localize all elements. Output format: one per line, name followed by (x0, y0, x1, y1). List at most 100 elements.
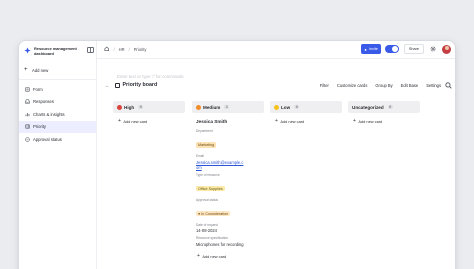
inbox-icon (24, 99, 30, 105)
field-label-resource-type: Type of resource (196, 172, 220, 177)
add-card-label: Add new card (358, 119, 383, 124)
customize-cards-button[interactable]: Customize cards (337, 83, 368, 88)
column-count: 1 (224, 105, 230, 109)
board-column-high: High 0 + Add new card (113, 101, 185, 124)
arrow-left-icon[interactable]: ← (105, 83, 110, 88)
share-label: Share (408, 47, 419, 51)
brand: Resource management dashboard (19, 41, 96, 61)
board-header: ← Priority board (105, 82, 157, 88)
sidebar-item-responses[interactable]: Responses (19, 96, 96, 109)
plus-icon: + (24, 67, 28, 73)
add-card-button[interactable]: + Add new card (348, 118, 420, 125)
status-dot-icon: ● (198, 211, 201, 216)
card-title: Jessica Smith (196, 119, 228, 124)
top-actions: ● Invite Share (361, 44, 451, 54)
board-card[interactable]: Jessica Smith Department Marketing Email… (192, 119, 264, 247)
plus-icon: + (197, 252, 200, 259)
breadcrumb: / HR / Priority (97, 46, 146, 53)
column-header[interactable]: Medium 1 (192, 101, 264, 113)
sidebar-item-form[interactable]: Form (19, 83, 96, 96)
sidebar-item-priority[interactable]: Priority (19, 120, 96, 133)
breadcrumb-separator: / (128, 47, 130, 52)
column-count: 0 (294, 105, 300, 109)
board-toolbar: Filter Customize cards Group By Edit Bas… (312, 83, 441, 88)
board-column-medium: Medium 1 Jessica Smith Department Market… (192, 101, 264, 259)
field-label-date: Date of request (196, 222, 218, 227)
add-new-button[interactable]: + Add new (19, 65, 96, 75)
column-header[interactable]: Uncategorized 0 (348, 101, 420, 113)
breadcrumb-separator: / (113, 47, 115, 52)
toggle-switch[interactable] (384, 45, 399, 53)
sidebar-item-label: Priority (33, 124, 47, 130)
add-new-label: Add new (32, 67, 49, 73)
invite-button[interactable]: ● Invite (361, 44, 381, 54)
page-title: Priority board (122, 82, 158, 88)
board-column-uncategorized: Uncategorized 0 + Add new card (348, 101, 420, 124)
user-plus-icon: ● (364, 46, 367, 52)
add-card-label: Add new card (202, 253, 227, 259)
settings-button[interactable]: Settings (426, 83, 441, 88)
add-card-label: Add new card (123, 119, 148, 124)
field-label-email: Email (196, 154, 204, 158)
field-label-approval: Approval status (196, 197, 218, 202)
app-window: Resource management dashboard + Add new … (18, 40, 456, 269)
column-header[interactable]: High 0 (113, 101, 185, 113)
add-card-button[interactable]: + Add new card (192, 252, 264, 259)
department-tag: Marketing (196, 142, 217, 148)
spec-value: Microphones for recording (196, 241, 244, 247)
sidebar: Resource management dashboard + Add new … (19, 41, 97, 269)
plus-icon: + (275, 118, 278, 124)
app-title: Resource management dashboard (34, 46, 77, 56)
column-label: High (124, 104, 135, 110)
top-bar: / HR / Priority ● Invite Share (97, 41, 455, 59)
resource-type-tag: Office Supplies (196, 185, 225, 192)
command-input-placeholder[interactable]: Enter text or type '/' for commands (117, 74, 184, 79)
breadcrumb-item-hr[interactable]: HR (119, 47, 125, 52)
search-icon[interactable] (445, 82, 452, 89)
sidebar-divider (19, 79, 96, 80)
filter-button[interactable]: Filter (320, 83, 329, 88)
field-label-department: Department (196, 129, 213, 133)
plus-icon: + (353, 118, 356, 124)
form-icon (24, 86, 30, 92)
home-icon[interactable] (104, 46, 110, 53)
add-card-label: Add new card (280, 119, 305, 124)
edit-base-button[interactable]: Edit Base (401, 83, 419, 88)
plus-icon: + (118, 118, 121, 124)
column-label: Medium (203, 104, 221, 110)
column-count: 0 (387, 105, 393, 109)
field-label-spec: Resource specification (196, 236, 229, 240)
email-link[interactable]: Jessica.smith@example.com (196, 160, 244, 170)
chart-icon (24, 111, 30, 117)
column-count: 0 (138, 105, 144, 109)
group-by-button[interactable]: Group By (375, 83, 392, 88)
red-circle-icon (117, 104, 122, 110)
board-icon (114, 82, 120, 88)
column-label: Uncategorized (352, 104, 384, 110)
sidebar-item-approval-status[interactable]: Approval status (19, 133, 96, 146)
avatar[interactable] (442, 44, 451, 54)
board-column-low: Low 0 + Add new card (270, 101, 342, 124)
yellow-circle-icon (274, 104, 279, 110)
orange-circle-icon (196, 104, 201, 110)
gear-icon[interactable] (429, 45, 437, 53)
board-icon (24, 124, 30, 130)
sidebar-item-charts[interactable]: Charts & insights (19, 108, 96, 121)
add-card-button[interactable]: + Add new card (113, 118, 185, 125)
date-value: 14-08-2024 (196, 228, 217, 233)
sidebar-item-label: Charts & insights (33, 111, 65, 117)
share-button[interactable]: Share (403, 44, 424, 54)
main-content: Enter text or type '/' for commands ← Pr… (97, 59, 455, 269)
approval-status-label: In Consideration (201, 211, 229, 216)
sidebar-item-label: Responses (33, 99, 54, 105)
add-card-button[interactable]: + Add new card (270, 118, 342, 125)
approval-status-badge: ● In Consideration (196, 210, 231, 217)
invite-label: Invite (368, 47, 378, 51)
app-logo-icon (24, 47, 31, 54)
check-circle-icon (24, 136, 30, 142)
sidebar-item-label: Form (33, 86, 43, 92)
column-label: Low (281, 104, 291, 110)
column-header[interactable]: Low 0 (270, 101, 342, 113)
breadcrumb-item-priority[interactable]: Priority (134, 47, 147, 52)
collapse-sidebar-icon[interactable] (87, 47, 94, 53)
